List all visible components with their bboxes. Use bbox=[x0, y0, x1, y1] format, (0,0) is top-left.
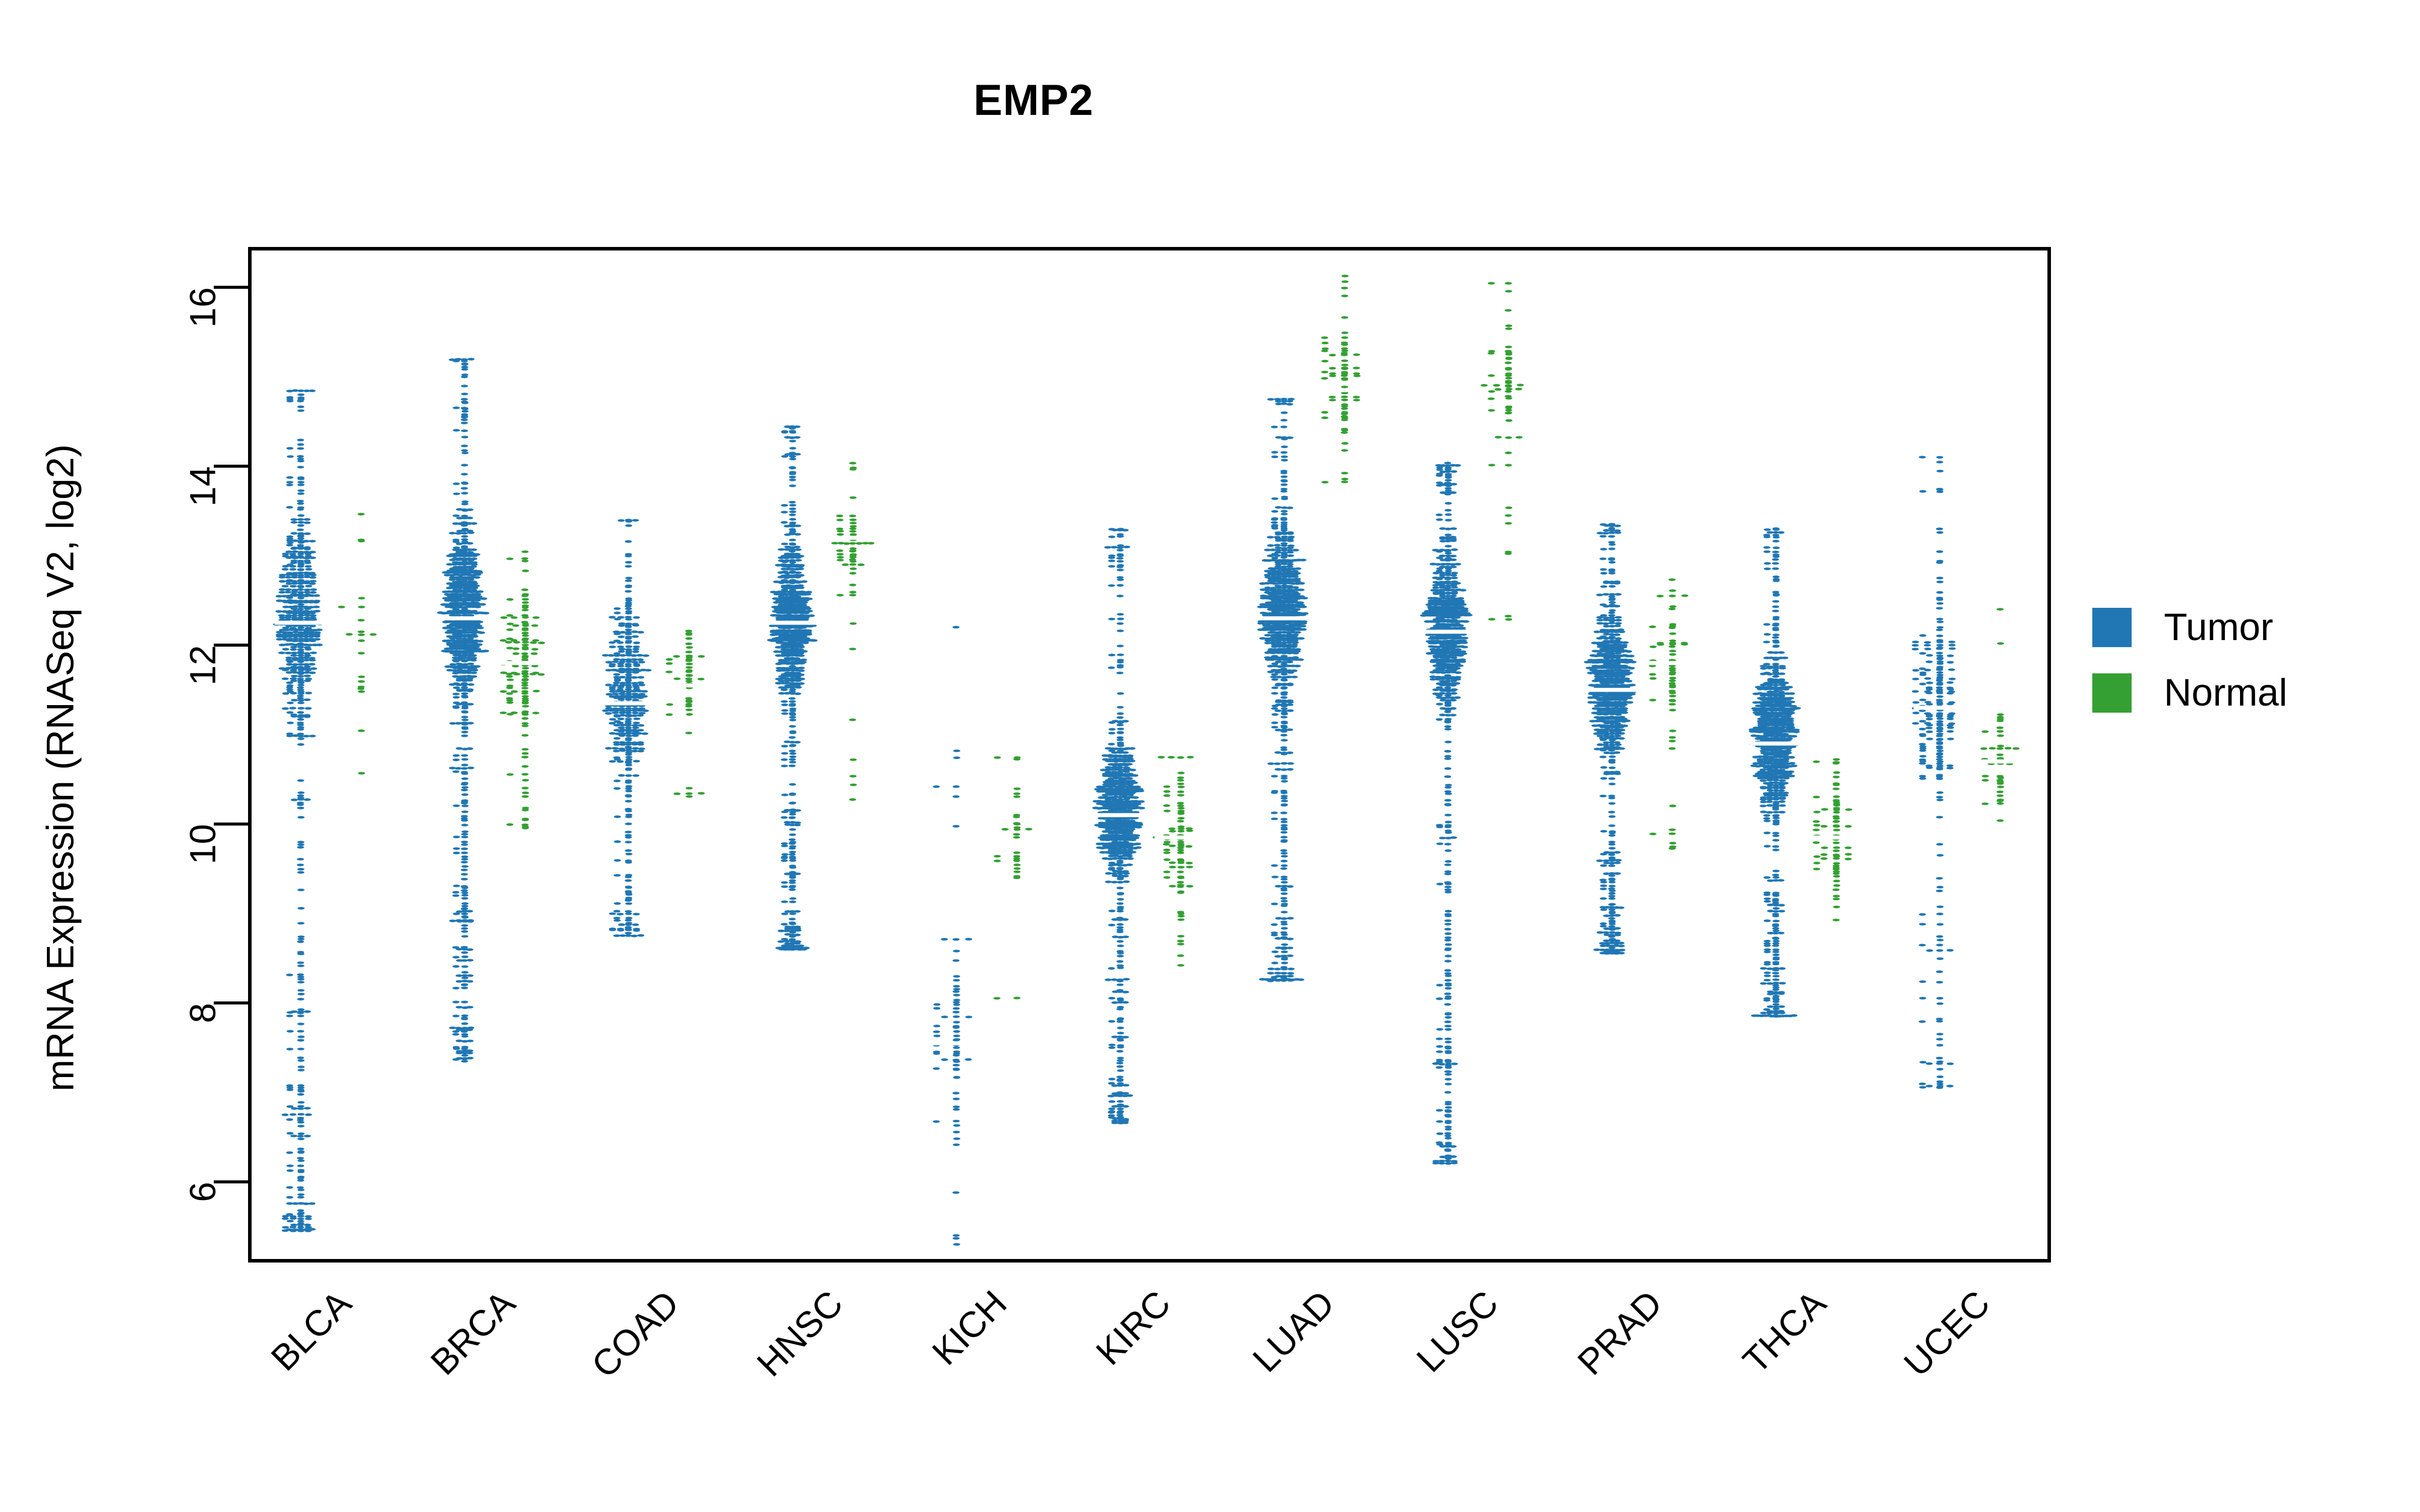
y-tick-label: 10 bbox=[183, 824, 223, 865]
x-tick-label: LUSC bbox=[1409, 1283, 1506, 1380]
swarm-normal-lusc bbox=[1480, 282, 1535, 621]
y-tick-label: 16 bbox=[183, 287, 223, 328]
y-axis-title: mRNA Expression (RNASeq V2, log2) bbox=[39, 444, 82, 1092]
x-tick-label: PRAD bbox=[1570, 1283, 1670, 1383]
swarm-normal-kirc bbox=[1153, 755, 1207, 967]
swarm-tumor-hnsc bbox=[766, 425, 819, 951]
swarm-normal-thca bbox=[1810, 758, 1863, 921]
y-tick-label: 6 bbox=[183, 1182, 223, 1203]
legend-swatch-tumor bbox=[2092, 608, 2132, 647]
swarm-tumor-kirc bbox=[1092, 528, 1146, 1124]
beeswarm-plot-area bbox=[248, 247, 2051, 1263]
x-tick-label: KIRC bbox=[1088, 1283, 1179, 1373]
x-tick-label: BRCA bbox=[422, 1283, 523, 1383]
x-tick-label: KICH bbox=[924, 1283, 1015, 1373]
swarm-normal-coad bbox=[662, 629, 715, 798]
legend-item-tumor[interactable]: Tumor bbox=[2092, 595, 2287, 660]
y-tick-label: 12 bbox=[183, 645, 223, 686]
swarm-normal-ucec bbox=[1974, 608, 2027, 822]
swarm-tumor-thca bbox=[1748, 527, 1802, 1018]
swarm-tumor-kich bbox=[930, 625, 983, 1246]
swarm-normal-luad bbox=[1318, 275, 1371, 484]
swarm-normal-prad bbox=[1646, 578, 1699, 850]
swarm-tumor-ucec bbox=[1911, 456, 1966, 1089]
swarm-tumor-blca bbox=[273, 389, 327, 1232]
chart-root: EMP2 mRNA Expression (RNASeq V2, log2) 6… bbox=[0, 0, 2420, 1512]
x-tick-label: HNSC bbox=[749, 1283, 851, 1384]
legend: Tumor Normal bbox=[2092, 595, 2287, 726]
swarm-tumor-coad bbox=[601, 519, 655, 937]
swarm-normal-hnsc bbox=[826, 462, 879, 801]
x-tick-label: THCA bbox=[1735, 1283, 1834, 1381]
legend-label-tumor: Tumor bbox=[2164, 606, 2273, 649]
x-tick-label: LUAD bbox=[1245, 1283, 1343, 1380]
beeswarm-svg bbox=[273, 275, 2027, 1246]
swarm-tumor-luad bbox=[1257, 398, 1311, 982]
x-tick-label: COAD bbox=[584, 1283, 687, 1386]
swarm-tumor-prad bbox=[1584, 523, 1639, 955]
legend-item-normal[interactable]: Normal bbox=[2092, 660, 2287, 726]
swarm-normal-blca bbox=[335, 513, 388, 775]
chart-title: EMP2 bbox=[973, 76, 1094, 124]
y-tick-label: 8 bbox=[183, 1003, 223, 1024]
y-tick-label: 14 bbox=[183, 466, 223, 507]
legend-label-normal: Normal bbox=[2164, 671, 2287, 714]
legend-swatch-normal bbox=[2092, 673, 2132, 713]
swarm-normal-kich bbox=[990, 756, 1043, 1000]
x-tick-label: UCEC bbox=[1896, 1283, 1998, 1384]
swarm-tumor-brca bbox=[437, 358, 491, 1063]
swarm-tumor-lusc bbox=[1420, 462, 1475, 1165]
swarm-normal-brca bbox=[499, 550, 552, 830]
